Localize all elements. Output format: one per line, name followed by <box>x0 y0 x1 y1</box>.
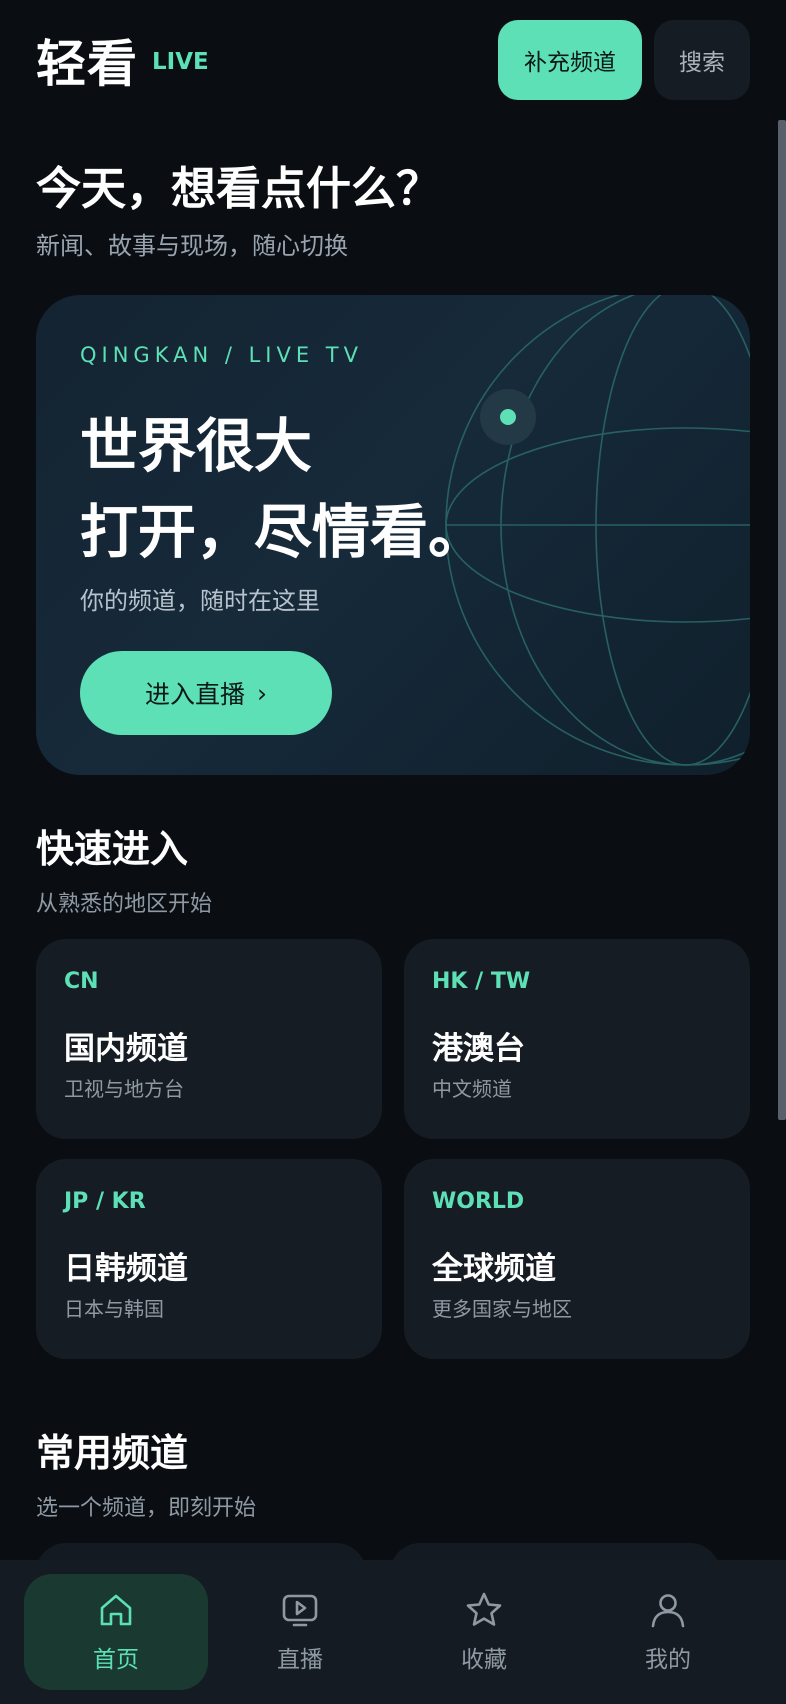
hero-kicker: QINGKAN / LIVE TV <box>80 343 364 367</box>
search-button[interactable]: 搜索 <box>654 20 750 100</box>
tile-name: 日韩频道 <box>64 1251 188 1287</box>
nav-label: 直播 <box>277 1647 323 1673</box>
live-tv-icon <box>282 1594 318 1627</box>
live-tag: LIVE <box>152 49 209 75</box>
greeting-title: 今天，想看点什么？ <box>36 162 442 215</box>
greeting-subtitle: 新闻、故事与现场，随心切换 <box>36 232 348 260</box>
nav-label: 我的 <box>645 1647 691 1673</box>
region-tile-jpkr[interactable]: JP / KR 日韩频道 日本与韩国 <box>36 1159 382 1359</box>
star-icon <box>466 1592 502 1626</box>
tile-name: 国内频道 <box>64 1031 188 1067</box>
frequent-title: 常用频道 <box>36 1431 189 1475</box>
tile-code: HK / TW <box>432 969 531 994</box>
nav-item-home[interactable]: 首页 <box>24 1574 208 1690</box>
chevron-right-icon: › <box>257 678 267 708</box>
app-logo: 轻看 <box>36 35 138 93</box>
tile-code: JP / KR <box>64 1189 146 1214</box>
tile-name: 全球频道 <box>432 1251 556 1287</box>
tile-desc: 更多国家与地区 <box>432 1297 572 1321</box>
tile-name: 港澳台 <box>432 1031 525 1067</box>
region-tile-world[interactable]: WORLD 全球频道 更多国家与地区 <box>404 1159 750 1359</box>
hero-subtitle: 你的频道，随时在这里 <box>80 587 320 615</box>
hero-headline-2: 打开，尽情看。 <box>80 498 487 566</box>
region-tile-hktw[interactable]: HK / TW 港澳台 中文频道 <box>404 939 750 1139</box>
enter-live-button[interactable]: 进入直播 › <box>80 651 332 735</box>
nav-item-favorites[interactable]: 收藏 <box>392 1574 576 1690</box>
tile-code: CN <box>64 969 99 994</box>
add-channel-button[interactable]: 补充频道 <box>498 20 642 100</box>
nav-item-profile[interactable]: 我的 <box>576 1574 760 1690</box>
hero-card: QINGKAN / LIVE TV 世界很大 打开，尽情看。 你的频道，随时在这… <box>36 295 750 775</box>
frequent-subtitle: 选一个频道，即刻开始 <box>36 1496 257 1521</box>
home-page: 轻看 LIVE 补充频道 搜索 今天，想看点什么？ 新闻、故事与现场，随心切换 … <box>0 0 786 1704</box>
user-icon <box>651 1594 685 1628</box>
tile-desc: 中文频道 <box>432 1077 512 1101</box>
nav-label: 首页 <box>93 1647 139 1673</box>
scrollbar[interactable] <box>778 120 786 1120</box>
tile-code: WORLD <box>432 1189 525 1214</box>
hero-headline-1: 世界很大 <box>80 412 313 480</box>
nav-label: 收藏 <box>461 1647 507 1673</box>
home-icon <box>100 1594 132 1626</box>
header-actions: 补充频道 搜索 <box>498 20 750 100</box>
nav-item-live[interactable]: 直播 <box>208 1574 392 1690</box>
tile-desc: 日本与韩国 <box>64 1297 164 1321</box>
enter-live-label: 进入直播 <box>144 680 245 709</box>
region-tile-cn[interactable]: CN 国内频道 卫视与地方台 <box>36 939 382 1139</box>
quick-entry-title: 快速进入 <box>36 827 189 871</box>
quick-entry-subtitle: 从熟悉的地区开始 <box>36 892 213 917</box>
app-header: 轻看 LIVE 补充频道 搜索 <box>36 20 750 100</box>
bottom-nav: 首页 直播 收藏 我的 <box>0 1560 786 1704</box>
tile-desc: 卫视与地方台 <box>64 1077 184 1101</box>
